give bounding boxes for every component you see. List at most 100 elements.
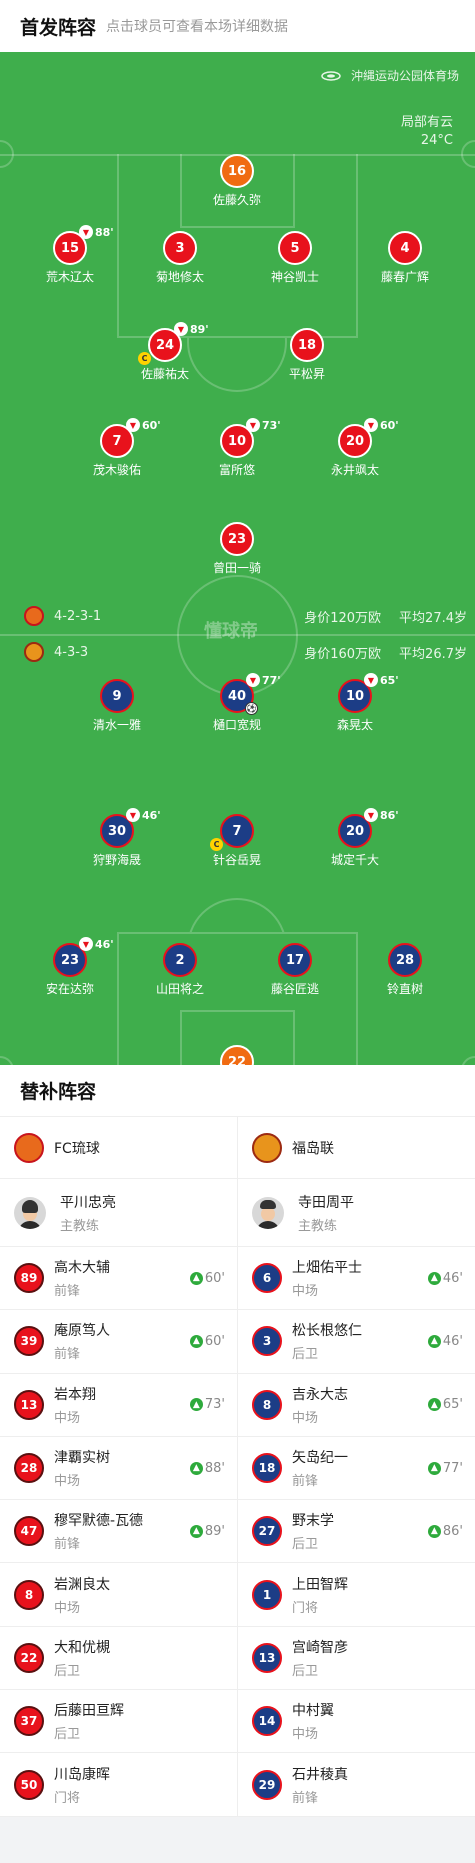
substitute-row[interactable]: 6 上畑佑平士 中场 ▲ 46' <box>238 1247 475 1311</box>
sub-arrow-icon: ▼ <box>174 322 188 336</box>
home-player[interactable]: 23 曾田一骑 <box>167 522 307 576</box>
player-position: 后卫 <box>54 1663 81 1679</box>
sub-off-indicator: ▼ 60' <box>126 418 161 432</box>
sub-arrow-icon: ▼ <box>126 418 140 432</box>
substitute-row[interactable]: 18 矢岛纪一 前锋 ▲ 77' <box>238 1437 475 1501</box>
corner-arc <box>461 140 475 168</box>
shirt-number: 28 <box>14 1453 44 1484</box>
sub-on-arrow-icon: ▲ <box>189 1334 203 1348</box>
shirt-number: 27 <box>252 1516 282 1547</box>
home-player[interactable]: 20 ▼ 60' 永井飒太 <box>285 418 425 478</box>
substitute-row[interactable]: 50 川岛康晖 门将 <box>0 1753 237 1817</box>
coach-name: 平川忠亮 <box>60 1194 116 1211</box>
player-name: 岩渊良太 <box>54 1576 110 1593</box>
substitute-row[interactable]: 89 高木大辅 前锋 ▲ 60' <box>0 1247 237 1311</box>
player-name: 佐藤久弥 <box>212 193 261 207</box>
shirt-number: 47 <box>14 1516 44 1547</box>
player-name: 上田智辉 <box>292 1576 348 1593</box>
player-name: 津覇实树 <box>54 1450 110 1467</box>
sub-on-arrow-icon: ▲ <box>189 1271 203 1285</box>
sub-arrow-icon: ▼ <box>246 418 260 432</box>
sub-on-arrow-icon: ▲ <box>427 1271 441 1285</box>
weather-temp: 24°C <box>420 133 453 148</box>
shirt-number: 23 ▼ 46' <box>53 937 114 977</box>
away-player[interactable]: 20 ▼ 86' 城定千大 <box>285 808 425 868</box>
substitute-row[interactable]: 37 后藤田亘辉 后卫 <box>0 1690 237 1754</box>
player-name: 矢岛纪一 <box>292 1450 348 1467</box>
substitute-row[interactable]: 14 中村翼 中场 <box>238 1690 475 1754</box>
player-name: 狩野海晟 <box>92 853 141 867</box>
sub-arrow-icon: ▼ <box>246 673 260 687</box>
away-team-logo <box>252 1132 282 1163</box>
shirt-number: 37 <box>14 1706 44 1737</box>
substitute-row[interactable]: 8 吉永大志 中场 ▲ 65' <box>238 1374 475 1437</box>
shirt-number: 8 <box>14 1579 44 1610</box>
home-age: 平均27.4岁 <box>399 610 467 626</box>
home-player[interactable]: 7 ▼ 60' 茂木骏佑 <box>47 418 187 478</box>
sub-arrow-icon: ▼ <box>79 937 93 951</box>
substitute-row[interactable]: 1 上田智辉 门将 <box>238 1563 475 1627</box>
home-coach[interactable]: 平川忠亮 主教练 <box>0 1179 237 1247</box>
substitute-row[interactable]: 13 岩本翔 中场 ▲ 73' <box>0 1374 237 1437</box>
sub-off-indicator: ▼ 73' <box>246 418 281 432</box>
shirt-number: 10 ▼ 73' <box>220 418 281 458</box>
home-player[interactable]: 24 ▼ 89' C 佐藤祐太 <box>95 322 235 382</box>
home-subs-column: FC琉球 平川忠亮 主教练 89 高木大辅 前锋 ▲ 60' 39 庵原笃人 前锋 ▲ 60' 13… <box>0 1117 237 1817</box>
sub-arrow-icon: ▼ <box>79 225 93 239</box>
avatar <box>252 1196 284 1229</box>
home-team-logo <box>14 1132 44 1163</box>
substitute-row[interactable]: 8 岩渊良太中场 <box>0 1563 237 1627</box>
away-player[interactable]: 30 ▼ 46' 狩野海晟 <box>47 808 187 868</box>
substitute-row[interactable]: 39 庵原笃人 前锋 ▲ 60' <box>0 1310 237 1374</box>
sub-off-indicator: ▼ 86' <box>364 808 399 822</box>
shirt-number: 22 <box>220 1045 254 1065</box>
coach-role: 主教练 <box>298 1218 338 1234</box>
substitute-row[interactable]: 27 野末学 后卫 ▲ 86' <box>238 1500 475 1564</box>
substitute-row[interactable]: 47 穆罕默德-瓦德 前锋 ▲ 89' <box>0 1500 237 1564</box>
home-player[interactable]: 18 平松昇 <box>237 328 377 382</box>
away-player[interactable]: 22吉丸绚梓 <box>167 1045 307 1065</box>
shirt-number: 29 <box>252 1769 282 1800</box>
player-position: 中场 <box>54 1600 81 1616</box>
player-name: 大和优槻 <box>54 1639 110 1656</box>
player-name: 中村翼 <box>292 1703 334 1720</box>
player-name: 茂木骏佑 <box>92 463 141 477</box>
captain-badge: C <box>210 838 223 851</box>
away-team-header[interactable]: 福岛联 <box>238 1117 475 1179</box>
shirt-number: 7C <box>210 814 254 851</box>
goal-ball-icon: ⚽ <box>245 702 258 715</box>
substitute-row[interactable]: 29 石井稜真 前锋 <box>238 1753 475 1817</box>
coach-role: 主教练 <box>60 1218 100 1234</box>
sub-on-arrow-icon: ▲ <box>189 1461 203 1475</box>
shirt-number: 15 ▼ 88' <box>53 225 114 265</box>
shirt-number: 23 <box>220 522 254 556</box>
away-player[interactable]: 10 ▼ 65' 森晃太 <box>285 673 425 733</box>
player-position: 前锋 <box>54 1284 81 1300</box>
sub-on-time: ▲ 73' <box>189 1397 225 1412</box>
home-formation: 4-2-3-1 <box>54 608 102 624</box>
venue: 沖縄运动公园体育场 <box>321 67 459 84</box>
substitute-row[interactable]: 3 松长根悠仁 后卫 ▲ 46' <box>238 1310 475 1374</box>
home-team-header[interactable]: FC琉球 <box>0 1117 237 1179</box>
shirt-number: 20 ▼ 86' <box>338 808 399 848</box>
shirt-number: 20 ▼ 60' <box>338 418 399 458</box>
away-player[interactable]: 28 铃直树 <box>335 943 475 997</box>
home-player[interactable]: 16 佐藤久弥 <box>167 154 307 208</box>
player-name: 松长根悠仁 <box>292 1323 362 1340</box>
shirt-number: 3 <box>163 231 197 265</box>
shirt-number: 2 <box>163 943 197 977</box>
substitute-row[interactable]: 13 宫崎智彦 后卫 <box>238 1627 475 1691</box>
avatar <box>14 1196 46 1229</box>
shirt-number: 13 <box>14 1389 44 1420</box>
player-position: 后卫 <box>54 1727 81 1743</box>
away-player[interactable]: 9 清水一雅 <box>47 679 187 733</box>
substitute-row[interactable]: 28 津覇实树 中场 ▲ 88' <box>0 1437 237 1501</box>
away-coach[interactable]: 寺田周平 主教练 <box>238 1179 475 1247</box>
player-name: 吉永大志 <box>292 1386 348 1403</box>
home-player[interactable]: 4 藤春广辉 <box>335 231 475 285</box>
player-position: 后卫 <box>292 1347 319 1363</box>
player-name: 铃直树 <box>386 982 423 996</box>
player-position: 中场 <box>292 1284 319 1300</box>
substitute-row[interactable]: 22 大和优槻 后卫 <box>0 1627 237 1691</box>
sub-on-arrow-icon: ▲ <box>427 1524 441 1538</box>
